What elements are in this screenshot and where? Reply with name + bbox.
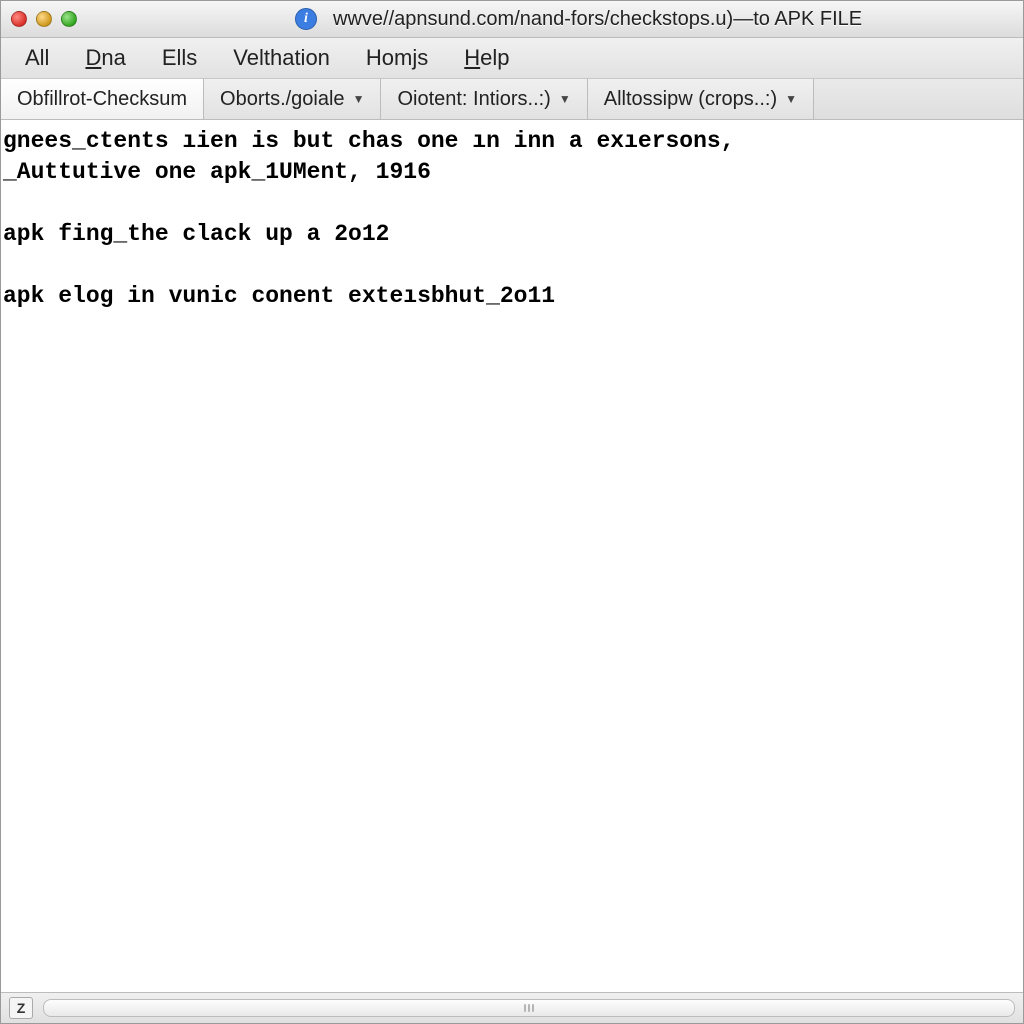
chevron-down-icon: ▼ <box>353 92 365 106</box>
info-icon: i <box>295 8 317 30</box>
tab-0[interactable]: Obfillrot-Checksum <box>1 79 204 119</box>
menu-item-velthation[interactable]: Velthation <box>215 41 348 75</box>
tab-label: Alltossipw (crops..:) <box>604 88 777 111</box>
menu-item-all[interactable]: All <box>7 41 67 75</box>
tab-label: Obfillrot-Checksum <box>17 88 187 111</box>
tab-2[interactable]: Oiotent: Intiors..:) ▼ <box>381 79 587 119</box>
tabrow: Obfillrot-ChecksumOborts./goiale▼Oiotent… <box>1 79 1023 120</box>
tab-3[interactable]: Alltossipw (crops..:) ▼ <box>588 79 814 119</box>
content-area[interactable]: gnees_ctents ıien is but chas one ın inn… <box>1 120 1023 992</box>
menu-item-ells[interactable]: Ells <box>144 41 215 75</box>
scrollbar-grip-icon <box>521 1003 537 1013</box>
tab-1[interactable]: Oborts./goiale ▼ <box>204 79 381 119</box>
menu-item-dna[interactable]: Dna <box>67 41 143 75</box>
horizontal-scrollbar[interactable] <box>43 999 1015 1017</box>
chevron-down-icon: ▼ <box>785 92 797 106</box>
chevron-down-icon: ▼ <box>559 92 571 106</box>
close-icon[interactable] <box>11 11 27 27</box>
zoom-icon[interactable] <box>61 11 77 27</box>
titlebar: i wwve//apnsund.com/nand-fors/checkstops… <box>1 1 1023 38</box>
status-z-button[interactable]: Z <box>9 997 33 1019</box>
minimize-icon[interactable] <box>36 11 52 27</box>
statusbar: Z <box>1 992 1023 1023</box>
menubar: AllDnaEllsVelthationHomjsHelp <box>1 38 1023 79</box>
window-title: wwve//apnsund.com/nand-fors/checkstops.u… <box>333 8 862 31</box>
tab-label: Oiotent: Intiors..:) <box>397 88 550 111</box>
app-window: i wwve//apnsund.com/nand-fors/checkstops… <box>0 0 1024 1024</box>
traffic-lights <box>11 11 77 27</box>
menu-item-help[interactable]: Help <box>446 41 527 75</box>
menu-item-homjs[interactable]: Homjs <box>348 41 446 75</box>
tab-label: Oborts./goiale <box>220 88 345 111</box>
